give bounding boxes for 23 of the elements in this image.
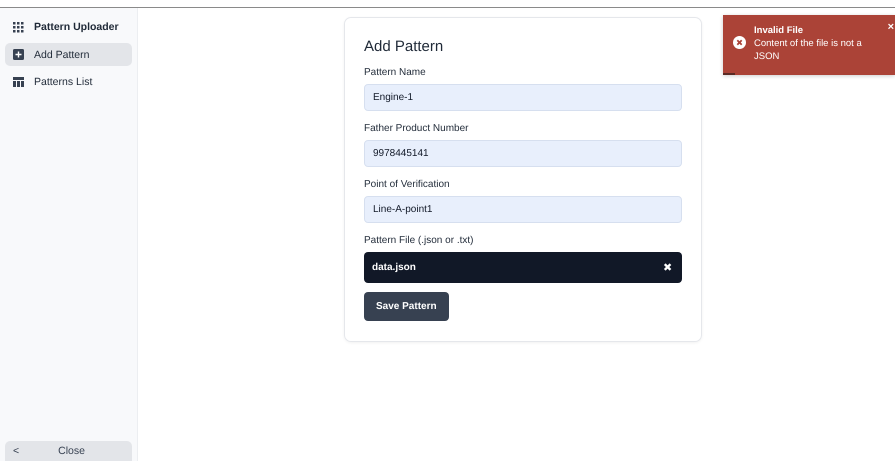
grid-icon <box>13 22 24 32</box>
table-icon <box>13 76 24 86</box>
app-title: Pattern Uploader <box>34 21 119 33</box>
text-field[interactable]: 9978445141 <box>364 140 682 167</box>
file-name: data.json <box>372 262 416 273</box>
form-title: Add Pattern <box>364 38 444 55</box>
text-field[interactable]: Line-A-point1 <box>364 196 682 223</box>
toast-message: Content of the file is not a JSON <box>754 38 863 64</box>
sidebar-item[interactable]: Patterns List <box>5 70 132 93</box>
close-toast-button[interactable]: × <box>886 21 895 33</box>
file-field[interactable]: data.json ✖ <box>364 252 682 283</box>
field-label: Pattern Name <box>364 67 427 78</box>
field-label: Father Product Number <box>364 123 470 134</box>
field-label: Point of Verification <box>364 179 451 190</box>
remove-file-button[interactable]: ✖ <box>663 261 672 274</box>
close-sidebar-button[interactable]: < Close <box>5 441 132 461</box>
sidebar-item[interactable]: Add Pattern <box>5 43 132 66</box>
text-field[interactable]: Engine-1 <box>364 84 682 111</box>
field-label: Pattern File (.json or .txt) <box>364 235 474 246</box>
save-button[interactable]: Save Pattern <box>364 292 449 321</box>
toast-title: Invalid File <box>754 25 804 36</box>
error-icon <box>733 36 746 49</box>
plus-square-icon <box>13 49 24 60</box>
